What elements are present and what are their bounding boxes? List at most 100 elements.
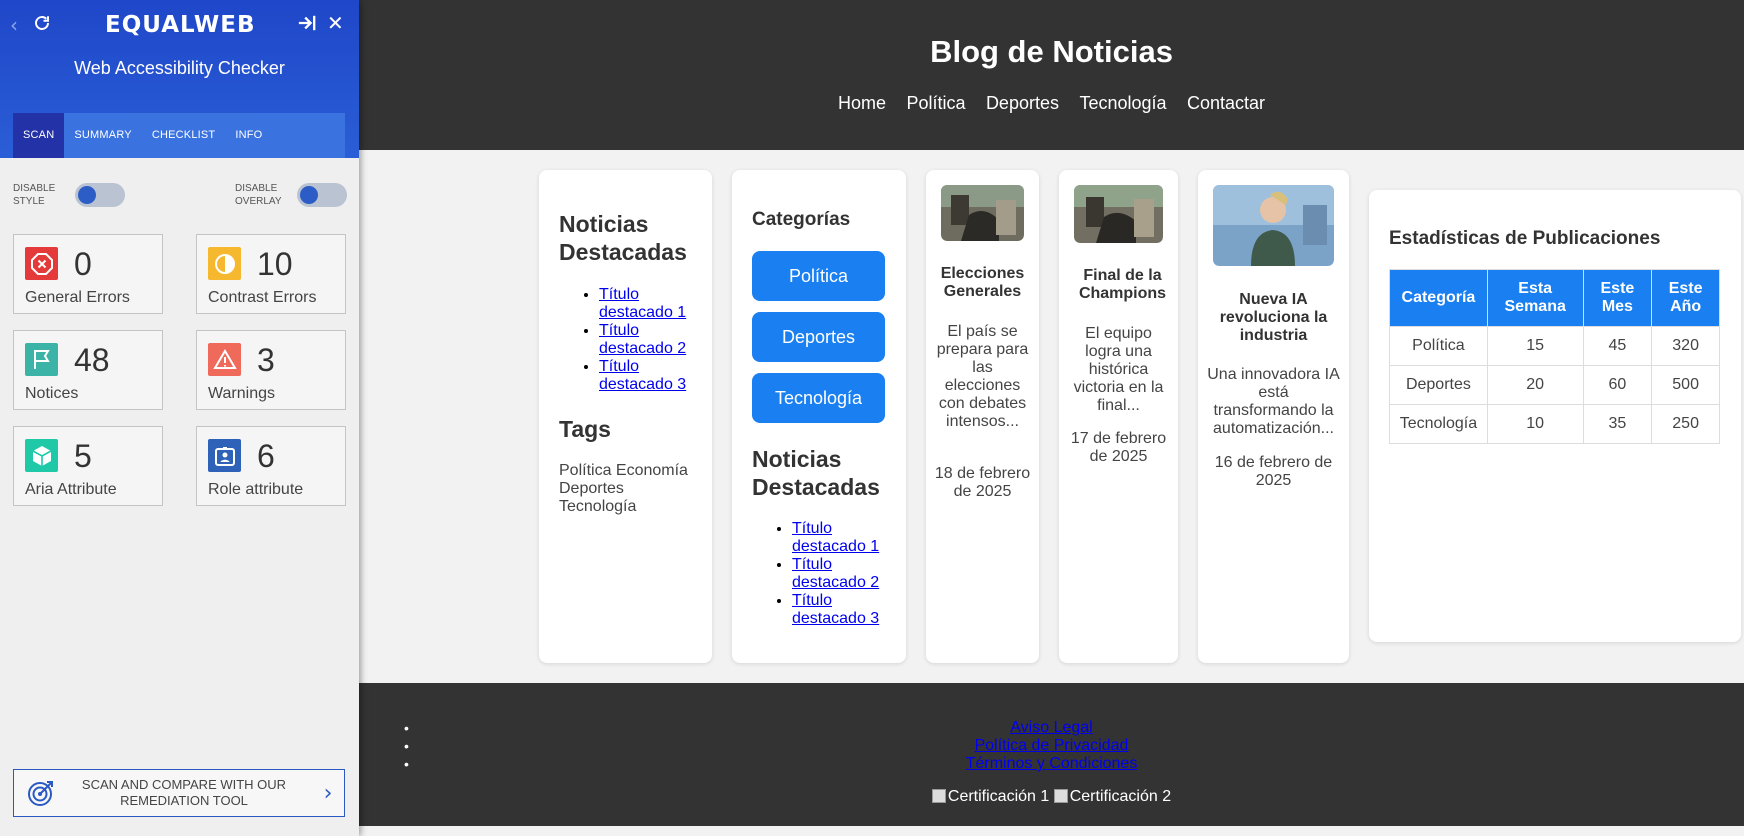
featured-link-3[interactable]: Título destacado 3 (792, 592, 879, 627)
footer-link-privacidad[interactable]: Política de Privacidad (975, 737, 1129, 754)
nav-contactar[interactable]: Contactar (1187, 93, 1265, 113)
news-card[interactable]: Elecciones Generales El país se prepara … (926, 170, 1039, 663)
id-card-icon (208, 439, 241, 472)
category-button-deportes[interactable]: Deportes (752, 312, 885, 362)
nav-deportes[interactable]: Deportes (986, 93, 1059, 113)
broken-image-icon (1053, 789, 1068, 803)
flag-icon (25, 343, 58, 376)
certification-image-1: Certificación 1 (931, 788, 1049, 806)
featured-link-1[interactable]: Título destacado 1 (792, 520, 879, 555)
tab-info[interactable]: INFO (225, 113, 272, 158)
warnings-card[interactable]: 3 Warnings (196, 330, 346, 410)
dock-panel-icon[interactable] (297, 14, 317, 36)
table-cell: 60 (1582, 365, 1653, 405)
table-cell: Deportes (1389, 365, 1488, 405)
contrast-errors-card[interactable]: 10 Contrast Errors (196, 234, 346, 314)
table-cell: 320 (1651, 326, 1720, 366)
col-header-mes: Este Mes (1582, 269, 1653, 327)
news-summary: Una innovadora IA está transformando la … (1207, 366, 1340, 437)
news-date: 16 de febrero de 2025 (1214, 454, 1333, 489)
featured-link-2[interactable]: Título destacado 2 (792, 556, 879, 591)
broken-image-icon (931, 789, 946, 803)
target-icon (28, 781, 53, 806)
contrast-errors-count: 10 (257, 246, 293, 282)
featured-news-list: Título destacado 1 Título destacado 2 Tí… (559, 286, 709, 394)
contrast-icon (208, 247, 241, 280)
general-errors-count: 0 (74, 246, 92, 282)
disable-overlay-toggle[interactable] (297, 183, 347, 207)
news-card[interactable]: Nueva IA revoluciona la industria Una in… (1198, 170, 1349, 663)
notices-count: 48 (74, 342, 110, 378)
tags-heading: Tags (559, 416, 611, 442)
category-button-politica[interactable]: Política (752, 251, 885, 301)
remediation-tool-button[interactable]: SCAN AND COMPARE WITH OUR REMEDIATION TO… (13, 769, 345, 817)
news-thumbnail-image (941, 185, 1024, 241)
footer-link-aviso-legal[interactable]: Aviso Legal (1010, 719, 1092, 736)
panel-header: ‹ EQUALWEB ✕ Web Accessibility Checker S… (0, 0, 359, 158)
nav-home[interactable]: Home (838, 93, 886, 113)
main-nav: Home Política Deportes Tecnología Contac… (359, 93, 1744, 114)
role-attribute-label: Role attribute (208, 481, 304, 498)
statistics-heading: Estadísticas de Publicaciones (1389, 228, 1661, 249)
col-header-semana: Esta Semana (1486, 269, 1584, 327)
table-cell: 250 (1651, 404, 1720, 444)
list-item: Título destacado 3 (792, 592, 902, 628)
cube-icon (25, 439, 58, 472)
notices-card[interactable]: 48 Notices (13, 330, 163, 410)
table-cell: 20 (1486, 365, 1584, 405)
page-bottom (359, 826, 1744, 836)
list-item: Título destacado 2 (792, 556, 902, 592)
equalweb-logo: EQUALWEB (105, 12, 256, 38)
close-icon[interactable]: ✕ (327, 11, 344, 35)
aria-attribute-card[interactable]: 5 Aria Attribute (13, 426, 163, 506)
statistics-box: Estadísticas de Publicaciones Categoría … (1369, 190, 1741, 642)
footer-links: Aviso Legal Política de Privacidad Térmi… (359, 719, 1744, 773)
featured-news-heading: Noticias Destacadas (559, 211, 687, 265)
list-item: Título destacado 1 (599, 286, 709, 322)
list-item: Política de Privacidad (359, 737, 1744, 755)
table-cell: 10 (1486, 404, 1584, 444)
certifications: Certificación 1 Certificación 2 (359, 788, 1744, 806)
statistics-table: Categoría Esta Semana Este Mes Este Año … (1389, 269, 1720, 444)
disable-overlay-row: DISABLE OVERLAY (235, 182, 347, 208)
certification-image-2: Certificación 2 (1053, 788, 1171, 806)
nav-tecnologia[interactable]: Tecnología (1079, 93, 1166, 113)
list-item: Título destacado 2 (599, 322, 709, 358)
general-errors-card[interactable]: 0 General Errors (13, 234, 163, 314)
category-button-tecnologia[interactable]: Tecnología (752, 373, 885, 423)
refresh-icon[interactable] (33, 14, 51, 36)
panel-tabs: SCAN SUMMARY CHECKLIST INFO (13, 113, 345, 158)
warnings-label: Warnings (208, 385, 275, 402)
nav-politica[interactable]: Política (906, 93, 965, 113)
news-thumbnail-image (1213, 185, 1334, 266)
categories-box: Categorías Política Deportes Tecnología … (732, 170, 906, 663)
website: Blog de Noticias Home Política Deportes … (359, 0, 1744, 836)
news-title: Elecciones Generales (940, 265, 1025, 300)
news-card[interactable]: Final de la Champions El equipo logra un… (1059, 170, 1178, 663)
featured-link-3[interactable]: Título destacado 3 (599, 358, 686, 393)
warnings-count: 3 (257, 342, 275, 378)
tab-summary[interactable]: SUMMARY (64, 113, 141, 158)
featured-link-2[interactable]: Título destacado 2 (599, 322, 686, 357)
featured-news-box: Noticias Destacadas Título destacado 1 T… (539, 170, 712, 663)
site-header: Blog de Noticias Home Política Deportes … (359, 0, 1744, 150)
aria-attribute-label: Aria Attribute (25, 481, 117, 498)
table-header-row: Categoría Esta Semana Este Mes Este Año (1389, 269, 1720, 327)
back-arrow-icon[interactable]: ‹ (10, 13, 18, 37)
category-buttons: Política Deportes Tecnología (752, 251, 885, 434)
table-row: Deportes 20 60 500 (1389, 365, 1720, 405)
featured-news-heading-2: Noticias Destacadas (752, 446, 880, 500)
general-errors-label: General Errors (25, 289, 130, 306)
table-cell: 500 (1651, 365, 1720, 405)
list-item: Título destacado 3 (599, 358, 709, 394)
tab-checklist[interactable]: CHECKLIST (142, 113, 226, 158)
role-attribute-card[interactable]: 6 Role attribute (196, 426, 346, 506)
disable-style-toggle[interactable] (75, 183, 125, 207)
list-item: Términos y Condiciones (359, 755, 1744, 773)
featured-link-1[interactable]: Título destacado 1 (599, 286, 686, 321)
news-title: Final de la Champions (1078, 267, 1167, 302)
tags-list: Política Economía Deportes Tecnología (559, 462, 688, 515)
footer-link-terminos[interactable]: Términos y Condiciones (966, 755, 1138, 772)
tab-scan[interactable]: SCAN (13, 113, 65, 158)
disable-style-label: DISABLE STYLE (13, 183, 56, 207)
